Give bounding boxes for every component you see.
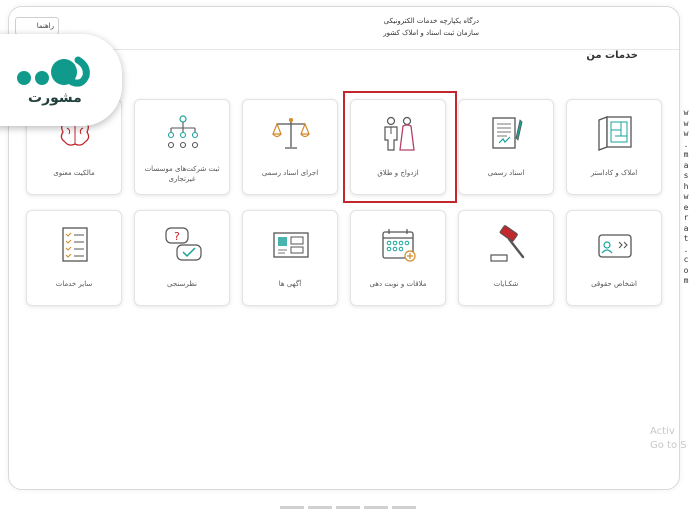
tile-complaints[interactable]: شکـایات xyxy=(458,210,554,306)
document-sign-icon xyxy=(492,117,523,149)
id-card-icon xyxy=(598,234,632,258)
tile-official-documents[interactable]: اسناد رسمی xyxy=(458,99,554,195)
tile-label: ازدواج و طلاق xyxy=(377,169,419,177)
logo-text: مشورت xyxy=(28,90,82,106)
tile-label: اشخاص حقوقی xyxy=(591,280,637,288)
portal-header: درگاه یکپارچه خدمات الکترونیکی سازمان ثب… xyxy=(309,15,479,39)
checklist-icon xyxy=(62,227,88,262)
tile-label: سایر خدمات xyxy=(55,280,93,288)
tile-property-cadastre[interactable]: املاک و کاداستر xyxy=(566,99,662,195)
tile-document-execution[interactable]: اجرای اسناد رسمی xyxy=(242,99,338,195)
tile-label: املاک و کاداستر xyxy=(590,169,638,177)
svg-text:?: ? xyxy=(174,230,180,243)
board-icon xyxy=(273,232,309,258)
activation-line-1: Activ xyxy=(650,426,675,437)
top-bar: راهنما درگاه یکپارچه خدمات الکترونیکی سا… xyxy=(9,7,679,50)
activation-watermark: Activ Go to S xyxy=(650,425,687,453)
tile-label: شکـایات xyxy=(493,280,519,288)
tile-marriage-divorce[interactable]: ازدواج و طلاق xyxy=(350,99,446,195)
watermark: www.mashwerat.com xyxy=(683,108,689,285)
calendar-icon xyxy=(382,229,416,262)
tile-label: ثبت شرکت‌های موسسات غیرتجاری xyxy=(144,165,220,183)
tile-label: مالکیت معنوی xyxy=(53,169,95,177)
help-button[interactable]: راهنما xyxy=(15,17,59,35)
logo: مشورت xyxy=(0,34,122,126)
tile-label: اسناد رسمی xyxy=(487,169,525,177)
tile-appointments[interactable]: ملاقات و نوبت دهی xyxy=(350,210,446,306)
tile-label: آگهی ها xyxy=(278,280,302,288)
scales-icon xyxy=(272,118,310,149)
org-chart-icon xyxy=(167,115,199,149)
bottom-decoration xyxy=(280,494,420,513)
header-line-1: درگاه یکپارچه خدمات الکترونیکی xyxy=(383,17,479,25)
tile-legal-entities[interactable]: اشخاص حقوقی xyxy=(566,210,662,306)
tile-nonprofit-registration[interactable]: ثبت شرکت‌های موسسات غیرتجاری xyxy=(134,99,230,195)
tile-label: ملاقات و نوبت دهی xyxy=(369,280,427,288)
activation-line-2: Go to S xyxy=(650,440,687,451)
tile-label: نظرسنجی xyxy=(167,280,197,288)
tile-survey[interactable]: ? نظرسنجی xyxy=(134,210,230,306)
header-line-2: سازمان ثبت اسناد و املاک کشور xyxy=(383,29,479,37)
tile-announcements[interactable]: آگهی ها xyxy=(242,210,338,306)
tile-label: اجرای اسناد رسمی xyxy=(261,169,319,177)
survey-bubble-icon: ? xyxy=(165,227,202,261)
couple-icon xyxy=(384,116,415,151)
gavel-icon xyxy=(490,225,525,262)
section-title: خدمات من xyxy=(586,50,638,61)
tile-other-services[interactable]: سایر خدمات xyxy=(26,210,122,306)
blueprint-icon xyxy=(598,116,632,151)
